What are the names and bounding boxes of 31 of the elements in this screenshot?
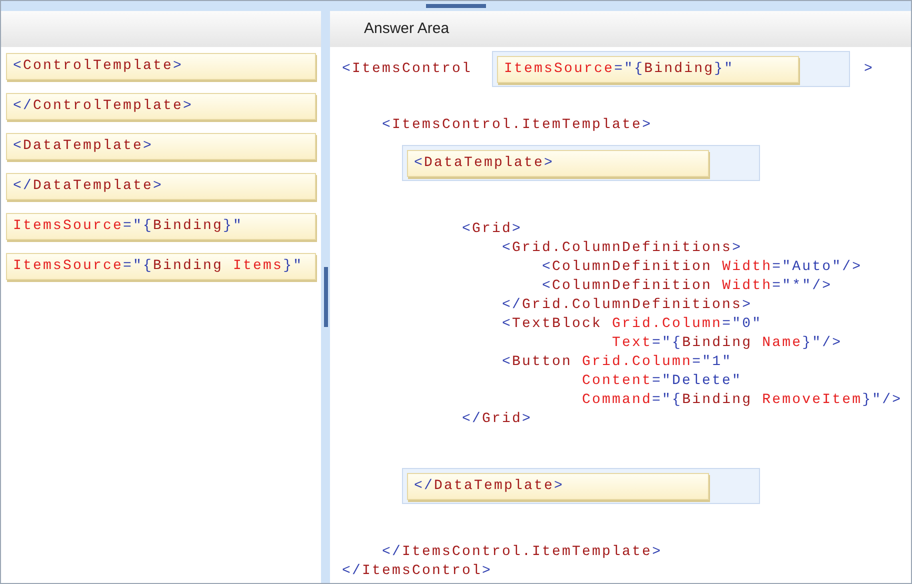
- drop-zone[interactable]: ItemsSource="{Binding}": [492, 51, 850, 87]
- answer-tile[interactable]: </DataTemplate>: [407, 472, 709, 500]
- drop-zone[interactable]: </DataTemplate>: [402, 468, 760, 504]
- code-line: Command="{Binding RemoveItem}"/>: [581, 391, 902, 410]
- code-line: Text="{Binding Name}"/>: [611, 334, 842, 353]
- code-line: </ItemsControl.ItemTemplate>: [381, 543, 662, 562]
- code-line: <ColumnDefinition Width="*"/>: [541, 277, 832, 296]
- code-line: <Button Grid.Column="1": [501, 353, 732, 372]
- choice-tile[interactable]: </ControlTemplate>: [6, 93, 316, 120]
- choice-tile[interactable]: <DataTemplate>: [6, 133, 316, 160]
- answer-tile[interactable]: ItemsSource="{Binding}": [497, 56, 800, 82]
- code-line: Content="Delete": [581, 372, 742, 391]
- answer-tile[interactable]: <DataTemplate>: [407, 150, 709, 176]
- panel-title: Answer Area: [364, 18, 450, 39]
- code-line: <Grid.ColumnDefinitions>: [501, 239, 742, 258]
- code-line: >: [864, 60, 874, 78]
- code-line: <ItemsControl: [342, 60, 474, 78]
- choice-tile[interactable]: </DataTemplate>: [6, 173, 316, 200]
- drop-zone[interactable]: <DataTemplate>: [402, 145, 760, 181]
- code-line: <TextBlock Grid.Column="0": [501, 315, 762, 334]
- code-line: </Grid>: [461, 410, 532, 429]
- choice-tile[interactable]: <ControlTemplate>: [6, 53, 316, 80]
- code-line: </ItemsControl>: [342, 562, 492, 581]
- choice-tile[interactable]: ItemsSource="{Binding}": [6, 213, 316, 240]
- code-line: </Grid.ColumnDefinitions>: [501, 296, 752, 315]
- code-line: <ColumnDefinition Width="Auto"/>: [541, 258, 862, 277]
- grip-icon[interactable]: [426, 4, 486, 8]
- grip-icon[interactable]: [324, 267, 328, 327]
- code-line: <ItemsControl.ItemTemplate>: [381, 116, 652, 135]
- choice-tile[interactable]: ItemsSource="{Binding Items}": [6, 253, 316, 280]
- code-line: <Grid>: [461, 220, 522, 239]
